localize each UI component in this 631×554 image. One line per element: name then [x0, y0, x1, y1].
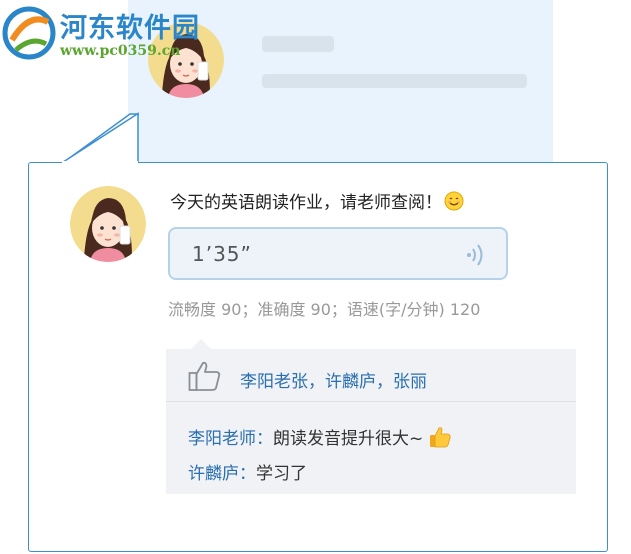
post-text: 今天的英语朗读作业，请老师查阅！	[170, 193, 442, 213]
reading-scores: 流畅度 90；准确度 90；语速(字/分钟) 120	[168, 300, 481, 319]
thumbs-up-emoji-icon	[430, 426, 451, 447]
thumbs-up-icon[interactable]	[188, 360, 222, 392]
placeholder-line	[262, 36, 334, 52]
comment-item: 许麟庐： 学习了	[188, 459, 307, 484]
smile-emoji-icon	[444, 191, 464, 210]
comment-text: 朗读发音提升很大~	[273, 429, 424, 449]
watermark-title: 河东软件园	[60, 13, 200, 44]
post-text-line: 今天的英语朗读作业，请老师查阅！	[170, 188, 464, 213]
logo-icon	[2, 6, 56, 60]
liked-by-names[interactable]: 李阳老张，许麟庐，张丽	[240, 367, 427, 392]
like-row: 李阳老张，许麟庐，张丽	[166, 349, 576, 401]
watermark-url: www.pc0359.cn	[60, 43, 181, 59]
social-panel: 李阳老张，许麟庐，张丽 李阳老师： 朗读发音提升很大~ 许麟庐： 学习了	[166, 349, 576, 494]
comment-author[interactable]: 许麟庐：	[188, 459, 256, 484]
author-avatar[interactable]	[70, 186, 146, 262]
comment-text: 学习了	[256, 464, 307, 484]
voice-duration: 1’35”	[192, 242, 252, 266]
placeholder-line	[262, 74, 527, 88]
sound-wave-icon	[467, 244, 483, 266]
comment-author[interactable]: 李阳老师：	[188, 424, 273, 449]
voice-message-player[interactable]: 1’35”	[168, 227, 508, 280]
watermark-logo: 河东软件园 www.pc0359.cn	[0, 2, 210, 66]
comment-item: 李阳老师： 朗读发音提升很大~	[188, 424, 451, 449]
divider	[166, 401, 576, 402]
card-pointer-outline	[61, 112, 139, 164]
